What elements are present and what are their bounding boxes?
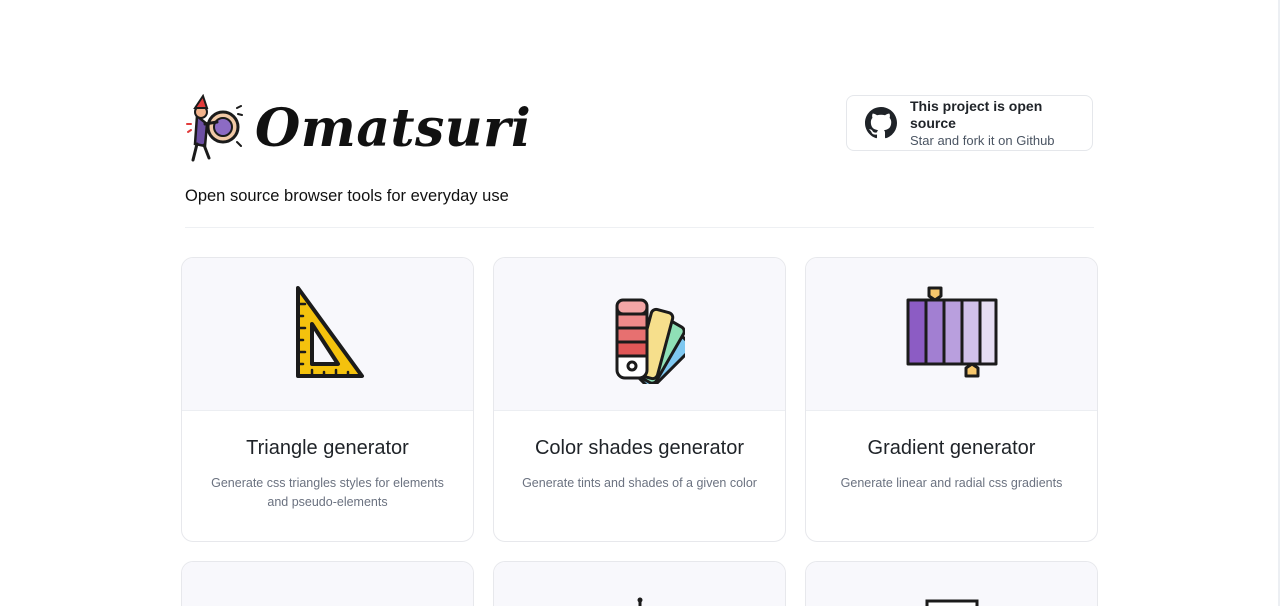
color-swatch-icon — [615, 298, 685, 384]
tool-card-title: Triangle generator — [246, 437, 409, 459]
tool-card-triangle-generator[interactable]: Triangle generator Generate css triangle… — [181, 257, 474, 542]
header-divider — [185, 227, 1094, 228]
github-icon — [865, 107, 897, 139]
tool-card[interactable] — [181, 561, 474, 606]
tool-card-description: Generate css triangles styles for elemen… — [211, 476, 444, 509]
tagline: Open source browser tools for everyday u… — [185, 187, 509, 205]
github-link-card[interactable]: This project is open source Star and for… — [846, 95, 1093, 151]
tool-card-illustration — [182, 258, 473, 411]
tool-card-description: Generate tints and shades of a given col… — [522, 476, 757, 490]
tool-card-title: Gradient generator — [867, 437, 1036, 459]
github-subtitle: Star and fork it on Github — [910, 132, 1055, 148]
tool-card-illustration — [806, 562, 1097, 606]
tool-card-illustration — [494, 258, 785, 411]
tool-card-illustration — [494, 562, 785, 606]
tool-card-title: Color shades generator — [534, 437, 744, 459]
tool-card-description: Generate linear and radial css gradients — [840, 476, 1063, 490]
gradient-icon — [906, 286, 997, 378]
set-square-icon — [295, 286, 364, 378]
tool-card[interactable] — [805, 561, 1098, 606]
github-title: This project is open source — [910, 97, 1043, 131]
github-text: This project is open source Star and for… — [910, 98, 1092, 149]
tool-card-color-shades-generator[interactable]: Color shades generator Generate tints an… — [493, 257, 786, 542]
tool-card[interactable] — [493, 561, 786, 606]
tool-card-illustration — [806, 258, 1097, 411]
brand-wordmark: Omatsuri — [255, 98, 532, 159]
tool-illustration-icon — [637, 597, 642, 606]
brand-logo[interactable]: Omatsuri — [185, 93, 531, 165]
mascot-icon — [186, 94, 243, 162]
tool-illustration-icon — [925, 599, 978, 606]
tool-card-gradient-generator[interactable]: Gradient generator Generate linear and r… — [805, 257, 1098, 542]
tool-card-illustration — [182, 562, 473, 606]
